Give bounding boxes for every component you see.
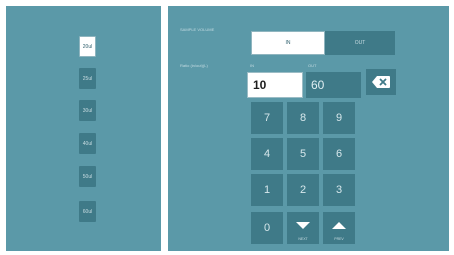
backspace-icon bbox=[372, 76, 390, 88]
key-6[interactable]: 6 bbox=[323, 138, 355, 170]
volume-option-60ul[interactable]: 60ul bbox=[79, 201, 96, 222]
key-0[interactable]: 0 bbox=[251, 212, 283, 244]
key-3[interactable]: 3 bbox=[323, 174, 355, 206]
volume-option-30ul[interactable]: 30ul bbox=[79, 100, 96, 121]
section-caption: SAMPLE VOLUME bbox=[180, 27, 215, 32]
prev-button[interactable]: PREV bbox=[323, 212, 355, 244]
ratio-panel: SAMPLE VOLUME IN OUT Ratio (in/out)(L) I… bbox=[168, 6, 449, 251]
volume-option-20ul[interactable]: 20ul bbox=[79, 36, 96, 57]
ratio-label: Ratio (in/out)(L) bbox=[180, 63, 208, 68]
key-9[interactable]: 9 bbox=[323, 102, 355, 134]
backspace-button[interactable] bbox=[366, 69, 396, 95]
volume-panel: 20ul 25ul 30ul 40ul 50ul 60ul bbox=[6, 6, 161, 251]
arrow-up-icon bbox=[332, 221, 346, 229]
ratio-out-field[interactable]: 60 bbox=[306, 72, 361, 98]
ratio-in-caption: IN bbox=[250, 63, 254, 68]
key-2[interactable]: 2 bbox=[287, 174, 319, 206]
key-7[interactable]: 7 bbox=[251, 102, 283, 134]
next-button[interactable]: NEXT bbox=[287, 212, 319, 244]
volume-option-40ul[interactable]: 40ul bbox=[79, 133, 96, 154]
ratio-out-caption: OUT bbox=[308, 63, 317, 68]
volume-option-25ul[interactable]: 25ul bbox=[79, 68, 96, 89]
volume-option-50ul[interactable]: 50ul bbox=[79, 166, 96, 187]
arrow-down-icon bbox=[296, 221, 310, 229]
prev-label: PREV bbox=[334, 237, 344, 241]
mode-toggle-out[interactable]: OUT bbox=[325, 31, 395, 55]
key-4[interactable]: 4 bbox=[251, 138, 283, 170]
key-5[interactable]: 5 bbox=[287, 138, 319, 170]
next-label: NEXT bbox=[298, 237, 308, 241]
key-1[interactable]: 1 bbox=[251, 174, 283, 206]
key-8[interactable]: 8 bbox=[287, 102, 319, 134]
ratio-in-field[interactable]: 10 bbox=[247, 72, 303, 98]
mode-toggle-in[interactable]: IN bbox=[251, 31, 325, 55]
